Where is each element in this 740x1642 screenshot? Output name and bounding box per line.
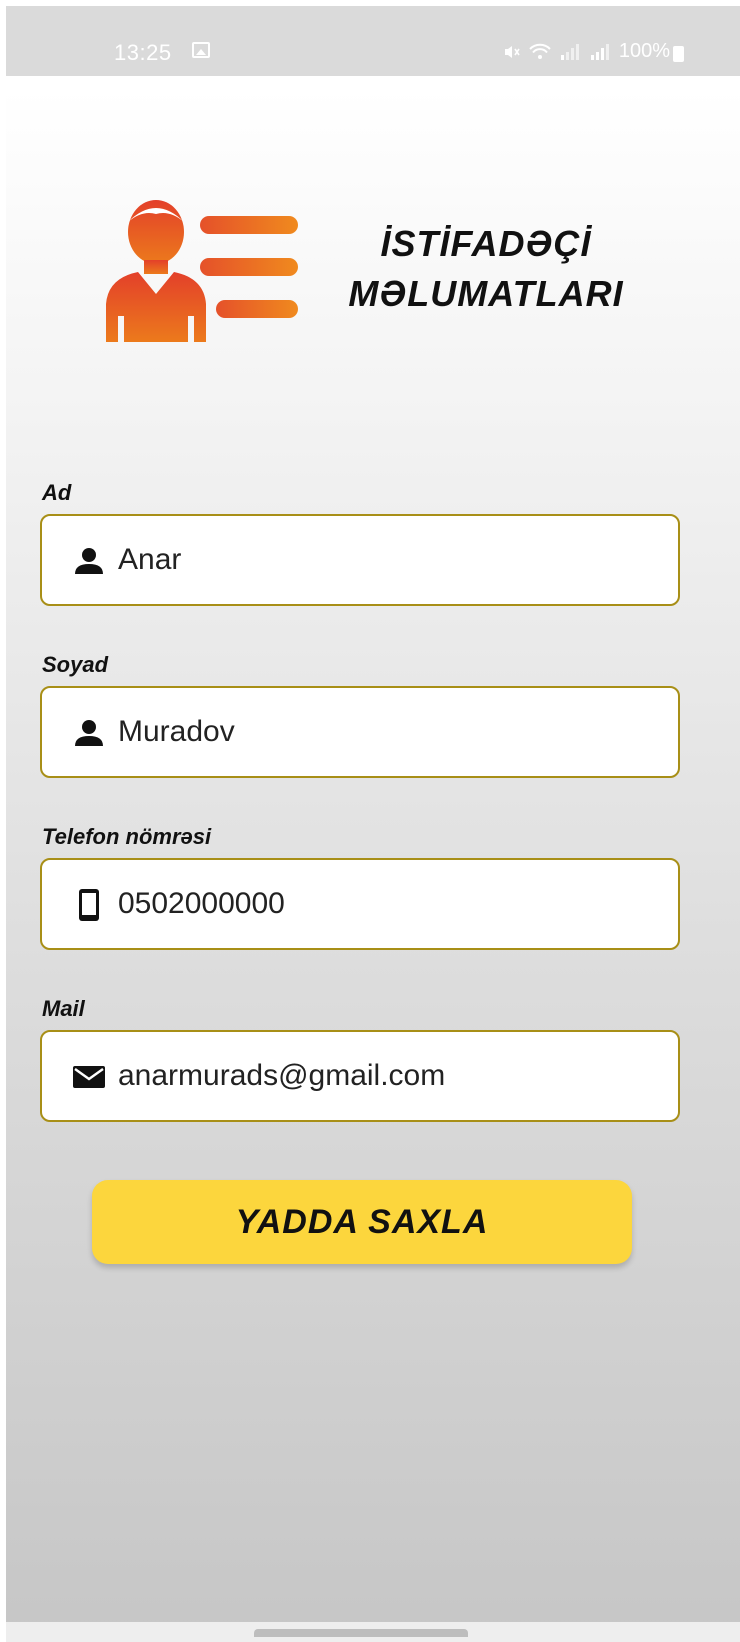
wifi-icon [529, 43, 551, 59]
status-bar: 13:25 100% [6, 6, 740, 76]
status-time: 13:25 [114, 40, 172, 65]
person-icon [75, 548, 103, 574]
save-button-label: YADDA SAXLA [235, 1202, 489, 1241]
battery-percentage: 100% [618, 40, 670, 62]
navigation-bar [6, 1622, 740, 1642]
title-line-2: MƏLUMATLARI [348, 273, 624, 314]
last-name-value[interactable]: Muradov [118, 688, 235, 776]
phone-label: Telefon nömrəsi [42, 824, 212, 849]
first-name-field[interactable]: Anar [40, 514, 680, 606]
mail-value[interactable]: anarmurads@gmail.com [118, 1032, 445, 1120]
battery-icon [673, 46, 684, 62]
last-name-label: Soyad [42, 652, 109, 677]
status-indicators: 100% [503, 40, 670, 63]
mail-field[interactable]: anarmurads@gmail.com [40, 1030, 680, 1122]
phone-icon [79, 889, 99, 921]
phone-field[interactable]: 0502000000 [40, 858, 680, 950]
home-gesture-handle[interactable] [254, 1629, 468, 1637]
user-profile-list-icon [106, 200, 298, 342]
gallery-notification-icon [192, 42, 210, 58]
first-name-label: Ad [42, 480, 72, 505]
save-button[interactable]: YADDA SAXLA [92, 1180, 632, 1264]
mail-label: Mail [42, 996, 85, 1021]
signal-icon-1 [560, 43, 579, 60]
person-icon [75, 720, 103, 746]
mute-icon [504, 45, 520, 58]
last-name-field[interactable]: Muradov [40, 686, 680, 778]
phone-value[interactable]: 0502000000 [118, 860, 285, 948]
page-title: İSTİFADƏÇİ MƏLUMATLARI [336, 219, 636, 319]
first-name-value[interactable]: Anar [118, 516, 181, 604]
app-screen: 13:25 100% İSTİFADƏÇİ MƏLUMATLARI Ad Ana… [6, 6, 740, 1642]
mail-icon [73, 1066, 105, 1088]
title-line-1: İSTİFADƏÇİ [380, 223, 592, 264]
signal-icon-2 [590, 43, 609, 60]
